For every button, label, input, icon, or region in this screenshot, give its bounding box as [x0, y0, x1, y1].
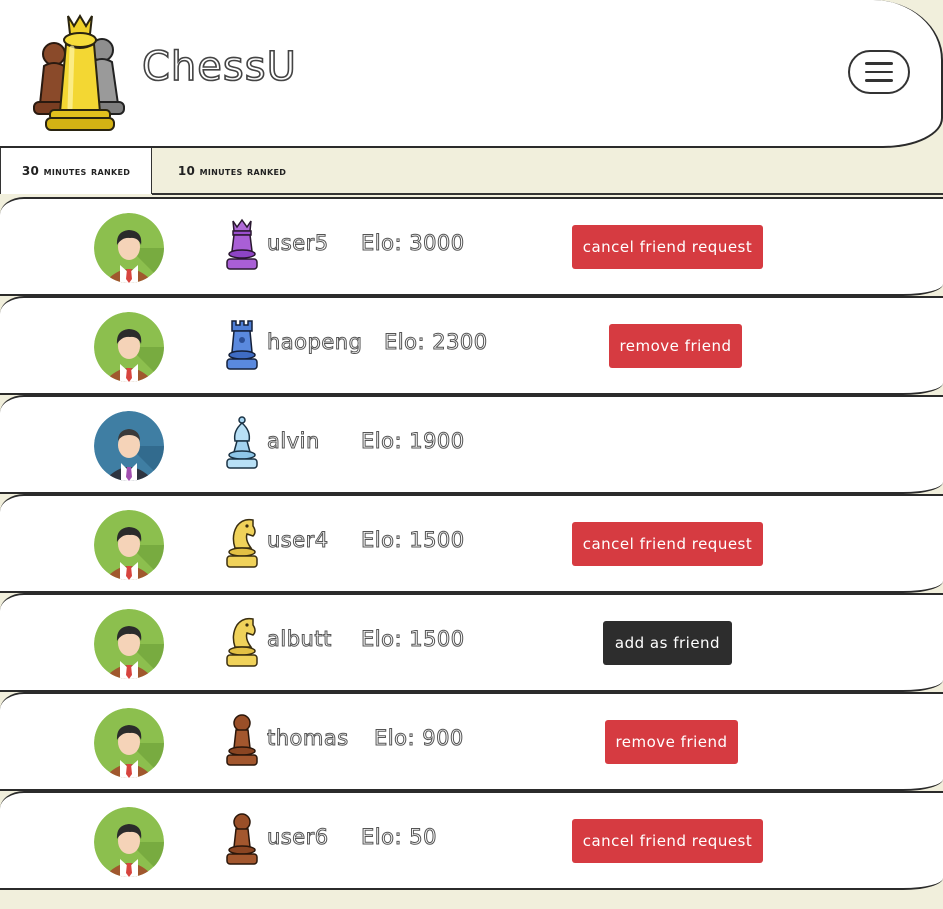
cancel-friend-request-button[interactable]: cancel friend request [572, 819, 763, 863]
chess-pieces-logo-icon [33, 14, 125, 131]
player-elo: Elo: 3000 [361, 231, 465, 256]
cancel-friend-request-button[interactable]: cancel friend request [572, 225, 763, 269]
menu-line [865, 70, 893, 74]
player-username[interactable]: user6 [267, 825, 329, 850]
knight-gold-icon [226, 518, 258, 568]
avatar[interactable] [94, 807, 164, 877]
player-username[interactable]: thomas [267, 726, 349, 751]
tab-30-minutes-ranked[interactable]: 30 minutes ranked [0, 148, 152, 194]
hamburger-menu-icon[interactable] [848, 50, 910, 94]
avatar[interactable] [94, 510, 164, 580]
tab-bar: 30 minutes ranked 10 minutes ranked [0, 148, 943, 195]
menu-line [865, 62, 893, 65]
bishop-lightblue-icon [226, 416, 258, 469]
avatar[interactable] [94, 411, 164, 481]
list-item: user4 Elo: 1500 cancel friend request [0, 494, 943, 593]
king-purple-icon [226, 218, 258, 270]
player-elo: Elo: 1500 [361, 627, 465, 652]
player-elo: Elo: 1500 [361, 528, 465, 553]
list-item: user5 Elo: 3000 cancel friend request [0, 197, 943, 296]
avatar[interactable] [94, 708, 164, 778]
avatar[interactable] [94, 609, 164, 679]
menu-line [865, 79, 893, 82]
list-item: albutt Elo: 1500 add as friend [0, 593, 943, 692]
player-elo: Elo: 50 [361, 825, 437, 850]
player-elo: Elo: 1900 [361, 429, 465, 454]
list-item: haopeng Elo: 2300 remove friend [0, 296, 943, 395]
rook-blue-icon [226, 320, 258, 370]
tab-10-minutes-ranked[interactable]: 10 minutes ranked [152, 148, 312, 194]
remove-friend-button[interactable]: remove friend [605, 720, 738, 764]
player-username[interactable]: albutt [267, 627, 332, 652]
app-header: ChessU [0, 0, 943, 148]
list-item: user6 Elo: 50 cancel friend request [0, 791, 943, 890]
knight-gold-icon [226, 617, 258, 667]
player-username[interactable]: haopeng [266, 330, 362, 355]
player-username[interactable]: user5 [267, 231, 329, 256]
player-list: user5 Elo: 3000 cancel friend request ha… [0, 197, 943, 890]
tab-divider [152, 193, 943, 195]
player-username[interactable]: user4 [267, 528, 329, 553]
app-title: ChessU [141, 43, 297, 91]
player-elo: Elo: 2300 [384, 330, 488, 355]
remove-friend-button[interactable]: remove friend [609, 324, 742, 368]
cancel-friend-request-button[interactable]: cancel friend request [572, 522, 763, 566]
list-item: thomas Elo: 900 remove friend [0, 692, 943, 791]
avatar[interactable] [94, 213, 164, 283]
avatar[interactable] [94, 312, 164, 382]
list-item: alvin Elo: 1900 [0, 395, 943, 494]
player-username[interactable]: alvin [267, 429, 320, 454]
pawn-brown-icon [226, 813, 258, 865]
player-elo: Elo: 900 [374, 726, 464, 751]
add-as-friend-button[interactable]: add as friend [603, 621, 732, 665]
pawn-brown-icon [226, 714, 258, 766]
